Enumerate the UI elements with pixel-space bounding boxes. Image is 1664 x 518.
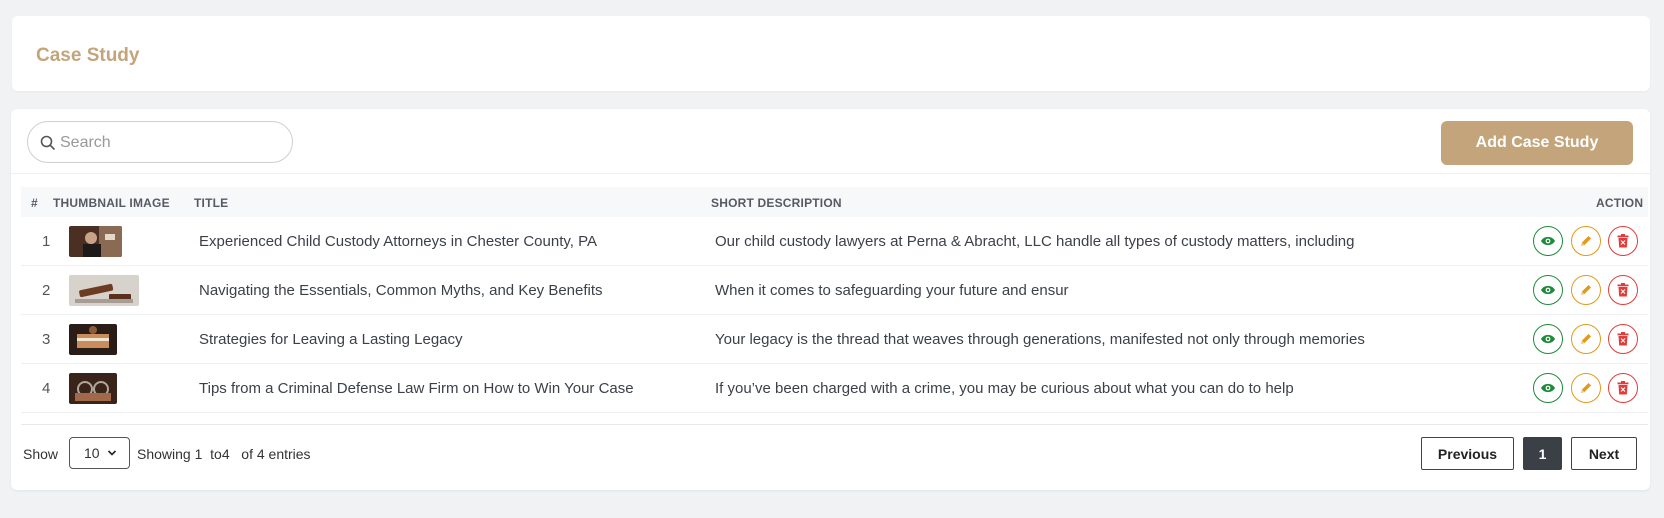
eye-icon xyxy=(1541,285,1555,295)
row-number: 3 xyxy=(42,331,51,348)
trash-icon xyxy=(1617,381,1629,395)
eye-icon xyxy=(1541,334,1555,344)
row-title: Tips from a Criminal Defense Law Firm on… xyxy=(199,380,634,397)
pencil-icon xyxy=(1581,383,1591,393)
divider xyxy=(21,424,1648,425)
column-header-short-description: SHORT DESCRIPTION xyxy=(711,196,842,210)
pencil-icon xyxy=(1581,334,1591,344)
thumbnail-image xyxy=(69,226,122,257)
thumbnail-image xyxy=(69,324,117,355)
table-row: 1 Experienced Child Custody Attorneys in… xyxy=(21,217,1648,266)
delete-button[interactable] xyxy=(1608,324,1638,354)
header-card: Case Study xyxy=(12,16,1650,91)
edit-button[interactable] xyxy=(1571,226,1601,256)
row-title: Strategies for Leaving a Lasting Legacy xyxy=(199,331,463,348)
delete-button[interactable] xyxy=(1608,226,1638,256)
trash-icon xyxy=(1617,332,1629,346)
previous-page-button[interactable]: Previous xyxy=(1421,437,1514,470)
row-number: 1 xyxy=(42,233,51,250)
delete-button[interactable] xyxy=(1608,275,1638,305)
page-1-button[interactable]: 1 xyxy=(1523,437,1562,470)
delete-button[interactable] xyxy=(1608,373,1638,403)
trash-icon xyxy=(1617,234,1629,248)
view-button[interactable] xyxy=(1533,226,1563,256)
divider xyxy=(11,173,1650,174)
row-description: When it comes to safeguarding your futur… xyxy=(715,282,1069,299)
eye-icon xyxy=(1541,236,1555,246)
search-input[interactable] xyxy=(60,131,280,155)
page-title: Case Study xyxy=(36,45,140,66)
row-number: 2 xyxy=(42,282,51,299)
edit-button[interactable] xyxy=(1571,275,1601,305)
show-label: Show xyxy=(23,446,59,462)
table-row: 3 Strategies for Leaving a Lasting Legac… xyxy=(21,315,1648,364)
edit-button[interactable] xyxy=(1571,324,1601,354)
add-case-study-button[interactable]: Add Case Study xyxy=(1441,121,1633,165)
view-button[interactable] xyxy=(1533,275,1563,305)
column-header-title: TITLE xyxy=(194,196,229,210)
chevron-down-icon xyxy=(107,450,117,456)
column-header-thumbnail: THUMBNAIL IMAGE xyxy=(53,196,170,210)
row-number: 4 xyxy=(42,380,51,397)
entries-info: Showing 1 to4 of 4 entries xyxy=(137,446,311,462)
edit-button[interactable] xyxy=(1571,373,1601,403)
column-header-action: ACTION xyxy=(1596,196,1644,210)
view-button[interactable] xyxy=(1533,373,1563,403)
pencil-icon xyxy=(1581,285,1591,295)
table-row: 4 Tips from a Criminal Defense Law Firm … xyxy=(21,364,1648,413)
eye-icon xyxy=(1541,383,1555,393)
thumbnail-image xyxy=(69,275,139,306)
search-icon xyxy=(40,135,55,150)
row-description: Your legacy is the thread that weaves th… xyxy=(715,331,1365,348)
next-page-button[interactable]: Next xyxy=(1571,437,1637,470)
trash-icon xyxy=(1617,283,1629,297)
table-row: 2 Navigating the Essentials, Common Myth… xyxy=(21,266,1648,315)
page-size-value: 10 xyxy=(84,445,100,461)
row-title: Experienced Child Custody Attorneys in C… xyxy=(199,233,597,250)
view-button[interactable] xyxy=(1533,324,1563,354)
row-description: Our child custody lawyers at Perna & Abr… xyxy=(715,233,1355,250)
column-header-num: # xyxy=(31,196,38,210)
row-description: If you’ve been charged with a crime, you… xyxy=(715,380,1294,397)
case-study-table-card: Add Case Study # THUMBNAIL IMAGE TITLE S… xyxy=(11,109,1650,490)
table-header: # THUMBNAIL IMAGE TITLE SHORT DESCRIPTIO… xyxy=(21,187,1648,217)
search-box[interactable] xyxy=(27,121,293,163)
row-title: Navigating the Essentials, Common Myths,… xyxy=(199,282,603,299)
page-size-select[interactable]: 10 xyxy=(69,437,130,469)
pencil-icon xyxy=(1581,236,1591,246)
thumbnail-image xyxy=(69,373,117,404)
